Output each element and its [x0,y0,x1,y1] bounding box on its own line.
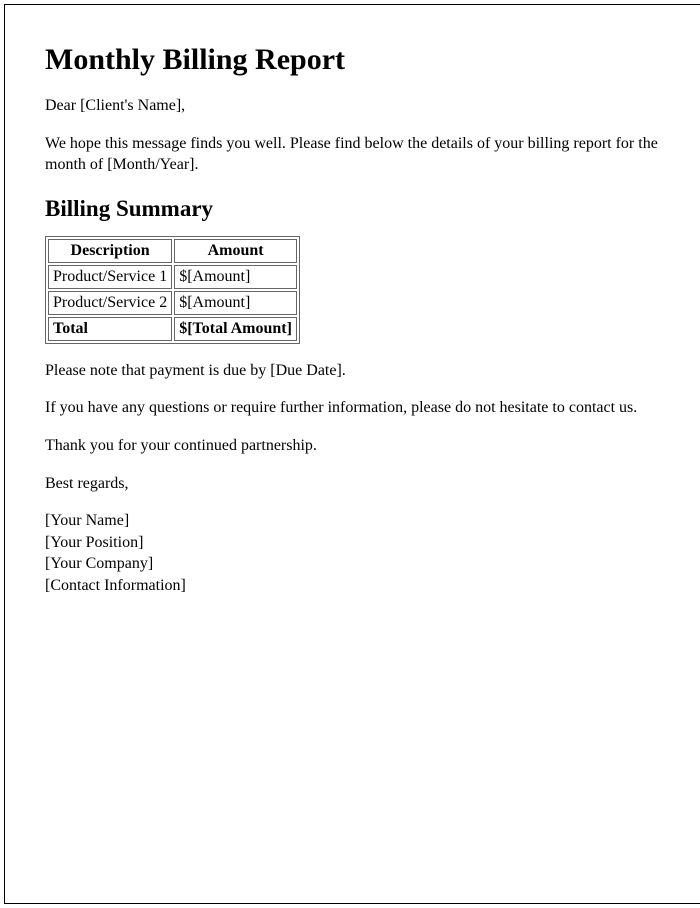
table-row: Product/Service 1 $[Amount] [48,265,297,289]
signature-position: [Your Position] [45,532,663,554]
contact-note: If you have any questions or require fur… [45,397,663,419]
signature-block: [Your Name] [Your Position] [Your Compan… [45,510,663,596]
cell-description: Product/Service 1 [48,265,172,289]
page-title: Monthly Billing Report [45,43,663,77]
total-label: Total [48,317,172,341]
signature-name: [Your Name] [45,510,663,532]
col-header-description: Description [48,239,172,263]
total-amount: $[Total Amount] [174,317,297,341]
intro-paragraph: We hope this message finds you well. Ple… [45,133,663,176]
billing-table: Description Amount Product/Service 1 $[A… [45,236,300,344]
table-total-row: Total $[Total Amount] [48,317,297,341]
signoff-line: Best regards, [45,473,663,495]
cell-amount: $[Amount] [174,291,297,315]
table-row: Product/Service 2 $[Amount] [48,291,297,315]
summary-heading: Billing Summary [45,196,663,222]
cell-description: Product/Service 2 [48,291,172,315]
signature-contact: [Contact Information] [45,575,663,597]
col-header-amount: Amount [174,239,297,263]
thanks-line: Thank you for your continued partnership… [45,435,663,457]
due-note: Please note that payment is due by [Due … [45,360,663,382]
table-header-row: Description Amount [48,239,297,263]
greeting-line: Dear [Client's Name], [45,95,663,117]
document-page: Monthly Billing Report Dear [Client's Na… [4,4,700,904]
cell-amount: $[Amount] [174,265,297,289]
signature-company: [Your Company] [45,553,663,575]
